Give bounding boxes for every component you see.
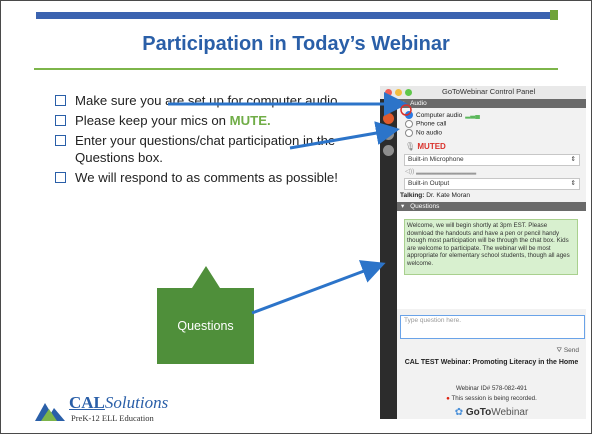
webinar-id: Webinar ID# 578-082-491 xyxy=(455,385,528,392)
close-window-icon[interactable] xyxy=(385,89,392,96)
webcam-icon[interactable] xyxy=(383,145,394,156)
audio-option-none[interactable]: No audio xyxy=(405,129,442,137)
bullet-text: Enter your questions/chat participation … xyxy=(75,133,336,165)
audio-option-phone[interactable]: Phone call xyxy=(405,120,446,128)
send-icon: ⛛ xyxy=(556,347,564,354)
logo-mountain-icon xyxy=(35,403,65,421)
bullet-list: Make sure you are set up for computer au… xyxy=(53,92,348,189)
logo-wordmark: CALSolutions xyxy=(69,393,168,413)
bullet-text-end: . xyxy=(267,113,271,128)
bullet-text: Please keep your mics on xyxy=(75,113,230,128)
bullet-item: We will respond to as comments as possib… xyxy=(53,169,348,186)
questions-callout: Questions xyxy=(157,288,254,364)
callout-pointer xyxy=(192,266,220,288)
mute-highlight: MUTE xyxy=(229,113,268,128)
webinar-title: CAL TEST Webinar: Promoting Literacy in … xyxy=(404,359,579,366)
checkbox-bullet-icon xyxy=(55,115,66,126)
recording-notice: ● This session is being recorded. xyxy=(446,395,537,402)
audio-option-computer[interactable]: Computer audio ▂▃▄ xyxy=(405,111,480,120)
checkbox-bullet-icon xyxy=(55,135,66,146)
gotowebinar-logo: ✿ GoToWebinar xyxy=(454,407,529,418)
checkbox-bullet-icon xyxy=(55,172,66,183)
microphone-icon: 🎙 xyxy=(405,142,418,151)
bullet-item: Please keep your mics on MUTE. xyxy=(53,112,348,129)
bullet-text: We will respond to as comments as possib… xyxy=(75,170,338,185)
speaker-icon: ◁)) ▂▂▂▂▂▂▂▂▂▂▂▂ xyxy=(405,168,477,175)
zoom-window-icon[interactable] xyxy=(405,89,412,96)
radio-selected-icon[interactable] xyxy=(405,111,413,120)
select-arrows-icon: ⇕ xyxy=(570,180,576,187)
select-arrows-icon: ⇕ xyxy=(570,156,576,163)
radio-icon[interactable] xyxy=(405,129,413,137)
header-bar xyxy=(36,12,550,19)
side-rail xyxy=(380,99,397,419)
calsolutions-logo: CALSolutions PreK-12 ELL Education xyxy=(35,393,185,427)
microphone-select[interactable]: Built-in Microphone ⇕ xyxy=(404,154,580,166)
window-titlebar[interactable]: GoToWebinar Control Panel xyxy=(380,86,586,99)
chat-message: Welcome, we will begin shortly at 3pm ES… xyxy=(404,219,578,275)
questions-section-header[interactable]: ▾ Questions xyxy=(397,202,586,211)
gotowebinar-flower-icon: ✿ xyxy=(454,407,466,418)
hand-raise-icon[interactable] xyxy=(383,113,394,124)
bullet-text: Make sure you are set up for computer au… xyxy=(75,93,342,108)
slide-title: Participation in Today’s Webinar xyxy=(142,33,450,55)
radio-icon[interactable] xyxy=(405,120,413,128)
muted-status[interactable]: 🎙 MUTED xyxy=(405,142,446,151)
bullet-item: Enter your questions/chat participation … xyxy=(53,132,348,166)
header-accent xyxy=(550,10,558,20)
logo-tagline: PreK-12 ELL Education xyxy=(71,413,154,423)
bullet-item: Make sure you are set up for computer au… xyxy=(53,92,348,109)
logo-bold: CAL xyxy=(69,393,105,412)
send-button[interactable]: ⛛ Send xyxy=(557,347,579,355)
talking-indicator: Talking: Dr. Kate Moran xyxy=(400,192,470,199)
audio-section-header[interactable]: ▾ Audio xyxy=(397,99,586,108)
audio-level-icon: ▂▃▄ xyxy=(465,112,480,119)
window-title: GoToWebinar Control Panel xyxy=(442,87,536,96)
logo-italic: Solutions xyxy=(104,393,169,412)
checkbox-bullet-icon xyxy=(55,95,66,106)
screen-icon[interactable] xyxy=(383,129,394,140)
question-input[interactable]: Type question here. xyxy=(400,315,585,339)
panel-main: ▾ Audio Computer audio ▂▃▄ Phone call No … xyxy=(397,99,586,419)
output-select[interactable]: Built-in Output ⇕ xyxy=(404,178,580,190)
title-divider xyxy=(34,68,558,70)
control-panel-window: GoToWebinar Control Panel ▾ Audio Comput… xyxy=(380,86,586,419)
minimize-window-icon[interactable] xyxy=(395,89,402,96)
